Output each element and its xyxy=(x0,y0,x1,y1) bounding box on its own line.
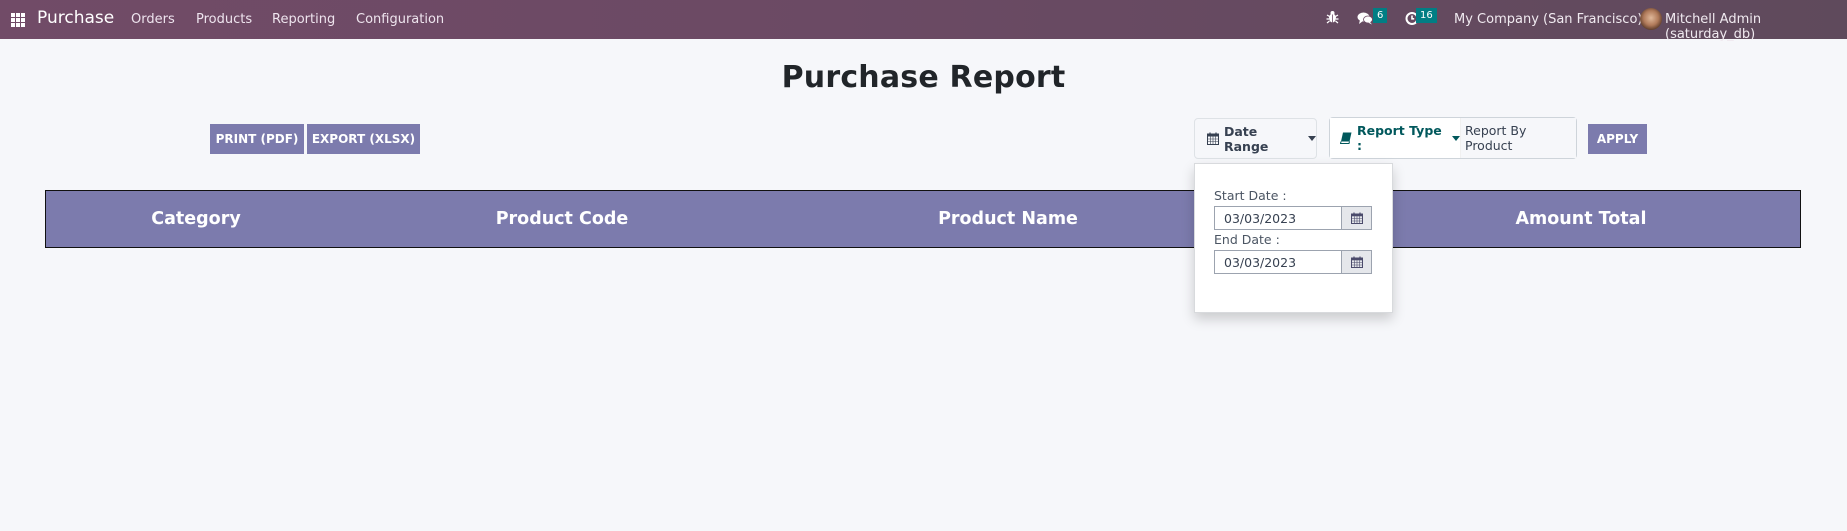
app-brand[interactable]: Purchase xyxy=(37,8,114,28)
column-header-amount-total: Amount Total xyxy=(1515,209,1647,229)
calendar-icon xyxy=(1350,256,1363,268)
end-date-calendar-button[interactable] xyxy=(1341,250,1372,274)
apply-button[interactable]: APPLY xyxy=(1588,124,1647,154)
start-date-input[interactable] xyxy=(1214,206,1342,230)
report-type-label: Report Type : xyxy=(1357,123,1442,153)
user-menu[interactable]: Mitchell Admin (saturday_db) xyxy=(1665,12,1847,42)
column-header-category: Category xyxy=(151,209,241,229)
report-type-value: Report By Product xyxy=(1460,118,1576,158)
menu-products[interactable]: Products xyxy=(196,12,252,27)
menu-configuration[interactable]: Configuration xyxy=(356,12,444,27)
calendar-icon xyxy=(1350,212,1363,224)
chat-icon[interactable] xyxy=(1357,11,1373,29)
end-date-input[interactable] xyxy=(1214,250,1342,274)
export-xlsx-button[interactable]: EXPORT (XLSX) xyxy=(307,124,420,154)
menu-reporting[interactable]: Reporting xyxy=(272,12,335,27)
chevron-down-icon xyxy=(1452,135,1460,141)
messages-count-badge: 6 xyxy=(1373,8,1388,23)
end-date-label: End Date : xyxy=(1214,232,1280,247)
activities-count-badge: 16 xyxy=(1416,8,1437,23)
date-range-label: Date Range xyxy=(1224,123,1269,154)
print-pdf-button[interactable]: PRINT (PDF) xyxy=(210,124,304,154)
apps-grid-icon[interactable] xyxy=(11,13,25,27)
report-type-button[interactable]: Report Type : xyxy=(1330,118,1460,158)
column-header-product-code: Product Code xyxy=(495,209,629,229)
start-date-label: Start Date : xyxy=(1214,188,1287,203)
book-icon xyxy=(1340,132,1352,144)
start-date-calendar-button[interactable] xyxy=(1341,206,1372,230)
top-navbar: Purchase Orders Products Reporting Confi… xyxy=(0,0,1847,42)
report-type-selector: Report Type : Report By Product xyxy=(1329,117,1577,159)
company-switcher[interactable]: My Company (San Francisco) xyxy=(1454,12,1642,27)
calendar-icon xyxy=(1207,132,1219,145)
menu-orders[interactable]: Orders xyxy=(131,12,175,27)
user-avatar[interactable] xyxy=(1640,8,1662,30)
report-table-header: Category Product Code Product Name Amoun… xyxy=(45,190,1801,248)
bug-icon[interactable] xyxy=(1326,10,1339,28)
column-header-product-name: Product Name xyxy=(938,209,1078,229)
date-range-dropdown: Start Date : End Date : xyxy=(1194,163,1393,313)
page-title: Purchase Report xyxy=(781,60,1066,95)
chevron-down-icon xyxy=(1308,136,1316,141)
date-range-button[interactable]: Date Range xyxy=(1194,118,1317,159)
